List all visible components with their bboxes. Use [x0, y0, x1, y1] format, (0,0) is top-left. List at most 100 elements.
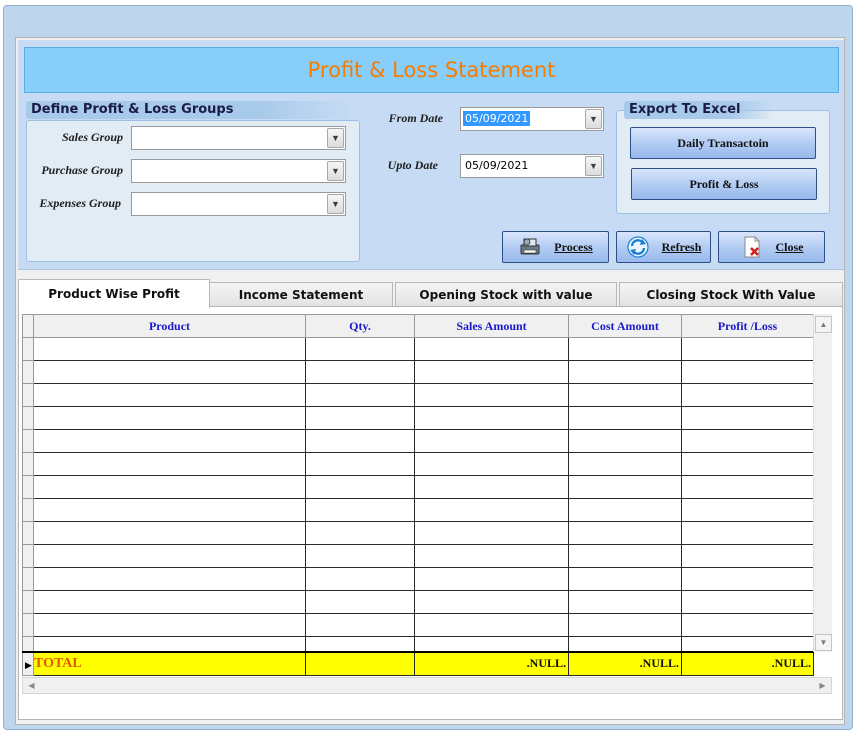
table-cell[interactable] [681, 383, 814, 407]
tab-product-wise-profit[interactable]: Product Wise Profit [18, 279, 210, 308]
table-cell[interactable] [681, 636, 814, 652]
table-cell[interactable] [305, 475, 415, 499]
table-cell[interactable] [681, 475, 814, 499]
upto-date-picker[interactable]: 05/09/2021 ▼ [460, 154, 604, 178]
table-cell[interactable] [33, 406, 306, 430]
column-header-sales-amount[interactable]: Sales Amount [414, 314, 569, 338]
process-button[interactable]: Process [502, 231, 609, 263]
table-cell[interactable] [414, 429, 569, 453]
row-header[interactable] [22, 429, 34, 453]
refresh-button[interactable]: Refresh [616, 231, 711, 263]
table-cell[interactable] [568, 498, 682, 522]
table-cell[interactable] [33, 544, 306, 568]
table-cell[interactable] [568, 521, 682, 545]
row-header[interactable] [22, 567, 34, 591]
row-header[interactable] [22, 406, 34, 430]
export-profit-loss-button[interactable]: Profit & Loss [631, 168, 817, 200]
table-cell[interactable] [681, 360, 814, 384]
table-cell[interactable] [414, 590, 569, 614]
scroll-left-icon[interactable]: ◀ [23, 678, 40, 693]
row-header[interactable] [22, 636, 34, 652]
table-cell[interactable] [414, 521, 569, 545]
table-cell[interactable] [414, 498, 569, 522]
scroll-up-icon[interactable]: ▲ [815, 316, 832, 333]
table-cell[interactable] [568, 475, 682, 499]
table-cell[interactable] [33, 590, 306, 614]
row-header[interactable] [22, 613, 34, 637]
chevron-down-icon[interactable]: ▼ [585, 156, 602, 176]
table-cell[interactable] [305, 360, 415, 384]
table-cell[interactable] [681, 613, 814, 637]
export-daily-transaction-button[interactable]: Daily Transactoin [630, 127, 816, 159]
chevron-down-icon[interactable]: ▼ [585, 109, 602, 129]
table-cell[interactable] [414, 475, 569, 499]
table-cell[interactable] [414, 613, 569, 637]
chevron-down-icon[interactable]: ▼ [327, 194, 344, 214]
table-cell[interactable] [305, 567, 415, 591]
chevron-down-icon[interactable]: ▼ [327, 128, 344, 148]
table-cell[interactable] [568, 544, 682, 568]
table-cell[interactable] [33, 498, 306, 522]
table-cell[interactable] [33, 636, 306, 652]
table-cell[interactable] [681, 452, 814, 476]
row-header[interactable] [22, 383, 34, 407]
table-cell[interactable] [568, 590, 682, 614]
table-cell[interactable] [305, 383, 415, 407]
row-header[interactable] [22, 544, 34, 568]
close-button[interactable]: Close [718, 231, 825, 263]
table-cell[interactable] [33, 383, 306, 407]
table-cell[interactable] [568, 613, 682, 637]
scroll-right-icon[interactable]: ▶ [814, 678, 831, 693]
row-header[interactable] [22, 475, 34, 499]
table-cell[interactable] [33, 475, 306, 499]
table-cell[interactable] [305, 544, 415, 568]
vertical-scrollbar[interactable]: ▲ ▼ [813, 314, 832, 652]
table-cell[interactable] [305, 337, 415, 361]
row-header[interactable] [22, 498, 34, 522]
table-cell[interactable] [33, 613, 306, 637]
from-date-picker[interactable]: 05/09/2021 ▼ [460, 107, 604, 131]
table-cell[interactable] [414, 636, 569, 652]
table-cell[interactable] [33, 337, 306, 361]
table-cell[interactable] [305, 636, 415, 652]
table-cell[interactable] [568, 406, 682, 430]
column-header-product[interactable]: Product [33, 314, 306, 338]
table-cell[interactable] [305, 406, 415, 430]
table-cell[interactable] [305, 498, 415, 522]
chevron-down-icon[interactable]: ▼ [327, 161, 344, 181]
table-cell[interactable] [568, 337, 682, 361]
table-cell[interactable] [33, 429, 306, 453]
table-cell[interactable] [305, 521, 415, 545]
table-cell[interactable] [568, 452, 682, 476]
table-cell[interactable] [305, 590, 415, 614]
tab-closing-stock[interactable]: Closing Stock With Value [619, 282, 843, 307]
scroll-down-icon[interactable]: ▼ [815, 634, 832, 651]
table-cell[interactable] [414, 544, 569, 568]
column-header-qty[interactable]: Qty. [305, 314, 415, 338]
table-cell[interactable] [681, 567, 814, 591]
table-cell[interactable] [568, 636, 682, 652]
column-header-cost-amount[interactable]: Cost Amount [568, 314, 682, 338]
table-cell[interactable] [414, 383, 569, 407]
table-cell[interactable] [568, 429, 682, 453]
table-cell[interactable] [568, 360, 682, 384]
table-cell[interactable] [414, 567, 569, 591]
table-cell[interactable] [33, 360, 306, 384]
expenses-group-select[interactable]: ▼ [131, 192, 346, 216]
table-cell[interactable] [681, 521, 814, 545]
table-cell[interactable] [681, 590, 814, 614]
tab-opening-stock[interactable]: Opening Stock with value [395, 282, 617, 307]
table-cell[interactable] [414, 452, 569, 476]
column-header-profit-loss[interactable]: Profit /Loss [681, 314, 814, 338]
row-header[interactable] [22, 360, 34, 384]
tab-income-statement[interactable]: Income Statement [209, 282, 393, 307]
table-cell[interactable] [414, 337, 569, 361]
table-cell[interactable] [681, 544, 814, 568]
row-header[interactable] [22, 590, 34, 614]
table-cell[interactable] [305, 452, 415, 476]
row-header[interactable] [22, 521, 34, 545]
table-cell[interactable] [305, 429, 415, 453]
table-cell[interactable] [568, 383, 682, 407]
table-cell[interactable] [681, 498, 814, 522]
purchase-group-select[interactable]: ▼ [131, 159, 346, 183]
